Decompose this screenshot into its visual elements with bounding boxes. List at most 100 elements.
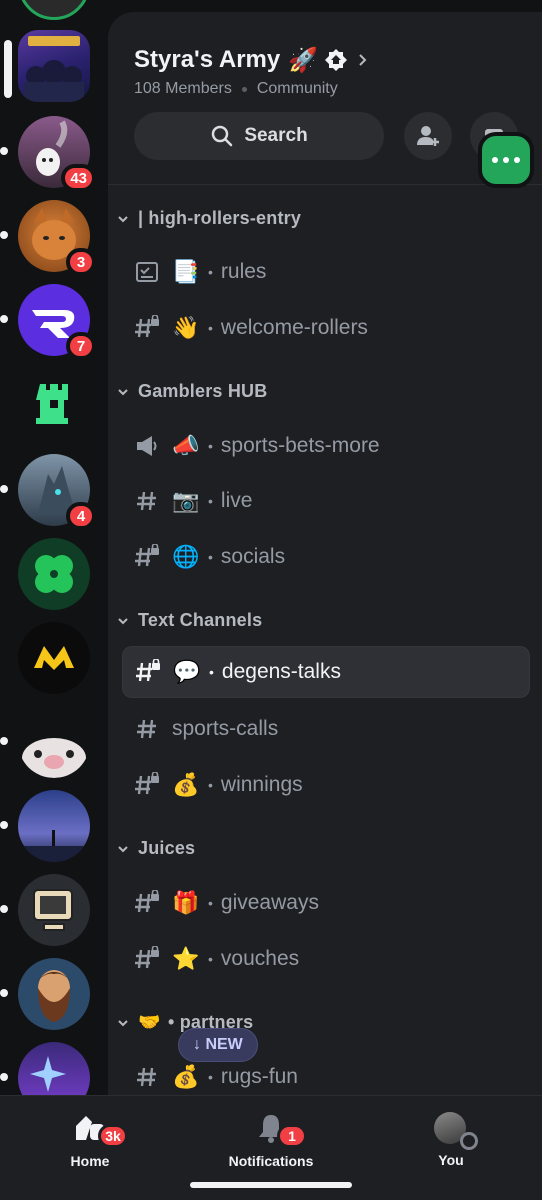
channel-name: sports-bets-more <box>220 434 380 457</box>
channel-item-selected[interactable]: 💬 • degens-talks <box>122 646 530 698</box>
server-icon[interactable]: 4 <box>0 454 96 530</box>
mention-badge: 4 <box>66 502 96 530</box>
locked-hash-icon <box>134 544 160 570</box>
tower-server-art <box>36 384 68 424</box>
category-header[interactable]: Text Channels <box>116 610 262 631</box>
rules-icon <box>134 259 160 285</box>
add-member-icon <box>417 126 439 146</box>
channel-item[interactable]: sports-calls <box>122 703 530 755</box>
channel-name: degens-talks <box>221 660 341 683</box>
clover-server-art <box>35 555 73 593</box>
search-label: Search <box>244 125 308 146</box>
channel-item[interactable]: 💰 • winnings <box>122 759 530 811</box>
channel-item[interactable]: 📑 • rules <box>122 246 530 298</box>
server-icon[interactable] <box>18 538 90 610</box>
tab-notifications[interactable]: Notifications 1 <box>201 1112 341 1169</box>
notifications-badge: 1 <box>277 1124 307 1148</box>
locked-hash-icon <box>134 946 160 972</box>
channel-emoji: 💰 <box>172 1064 200 1090</box>
channel-emoji: 👋 <box>172 315 200 341</box>
tab-you[interactable]: You <box>381 1112 521 1168</box>
tab-label: Notifications <box>228 1153 314 1169</box>
search-button[interactable]: Search <box>134 112 384 160</box>
computer-server-art <box>33 889 73 931</box>
unread-indicator <box>0 485 8 493</box>
sparkle-server-art <box>30 1056 66 1092</box>
server-icon[interactable] <box>0 1042 90 1095</box>
channel-panel: Styra's Army 🚀 108 Members Community Sea… <box>108 12 542 1095</box>
server-icon[interactable]: 43 <box>0 116 96 192</box>
handshake-emoji: 🤝 <box>138 1012 161 1033</box>
channel-name: rugs-fun <box>220 1065 298 1088</box>
channel-name: welcome-rollers <box>220 316 368 339</box>
selected-indicator <box>4 40 12 98</box>
bearded-man-server-art <box>36 970 72 1022</box>
avatar <box>434 1112 478 1150</box>
chevron-right-icon <box>359 54 367 66</box>
locked-hash-icon <box>134 890 160 916</box>
category-label: Text Channels <box>138 610 263 630</box>
channel-name: sports-calls <box>172 717 279 740</box>
unread-indicator <box>0 231 8 239</box>
tab-home[interactable]: Home 3k <box>20 1112 160 1169</box>
community-badge-icon <box>325 49 348 71</box>
channel-emoji: 📷 <box>172 488 200 514</box>
chevron-down-icon <box>118 388 128 395</box>
unread-indicator <box>0 315 8 323</box>
unread-indicator <box>0 905 8 913</box>
channel-item[interactable]: 🌐 • socials <box>122 531 530 583</box>
server-subtitle: 108 Members Community <box>134 80 338 98</box>
channel-item[interactable]: 📣 • sports-bets-more <box>122 420 530 472</box>
locked-hash-icon <box>134 315 160 341</box>
status-offline-icon <box>460 1132 478 1150</box>
server-header[interactable]: Styra's Army 🚀 <box>134 46 370 74</box>
member-count: 108 Members <box>134 80 232 97</box>
server-rail: 43 3 7 4 <box>0 0 108 1095</box>
server-icon[interactable] <box>0 790 90 862</box>
unread-indicator <box>0 147 8 155</box>
server-icon-active[interactable] <box>4 30 90 102</box>
server-icon[interactable] <box>18 368 90 440</box>
channel-item[interactable]: 📷 • live <box>122 475 530 527</box>
mention-badge: 43 <box>61 164 96 192</box>
channel-item[interactable]: 🎁 • giveaways <box>122 877 530 929</box>
category-header[interactable]: Gamblers HUB <box>116 381 267 402</box>
server-icon[interactable]: 3 <box>0 200 96 276</box>
channel-emoji: ⭐ <box>172 946 200 972</box>
unread-indicator <box>0 737 8 745</box>
category-header[interactable]: Juices <box>116 838 195 859</box>
chevron-down-icon <box>118 1019 128 1026</box>
category-label: Juices <box>138 838 196 858</box>
unread-indicator <box>0 989 8 997</box>
server-icon[interactable] <box>0 958 90 1030</box>
hash-icon <box>134 488 160 514</box>
gesture-bar[interactable] <box>190 1182 352 1188</box>
search-icon <box>212 125 233 147</box>
pig-cat-server-art <box>22 738 86 778</box>
chevron-down-icon <box>118 215 128 222</box>
hash-icon <box>134 1064 160 1090</box>
server-icon[interactable] <box>0 874 90 946</box>
channel-emoji: 💰 <box>172 772 200 798</box>
unread-indicator <box>0 821 8 829</box>
rocket-emoji: 🚀 <box>288 46 319 74</box>
tab-label: Home <box>70 1153 110 1169</box>
category-header[interactable]: | high-rollers-entry <box>116 208 301 229</box>
night-sky-server-art <box>18 830 90 862</box>
channel-item[interactable]: 👋 • welcome-rollers <box>122 302 530 354</box>
announcement-icon <box>134 433 160 459</box>
server-icon[interactable] <box>18 0 90 20</box>
more-options-button[interactable] <box>478 132 534 188</box>
invite-button[interactable] <box>404 112 452 160</box>
new-pill-label: ↓ NEW <box>193 1036 243 1053</box>
max-fun-server-art <box>34 646 74 670</box>
channel-name: live <box>220 489 253 512</box>
server-icon[interactable] <box>0 706 90 778</box>
server-icon[interactable]: 7 <box>0 284 96 360</box>
chevron-down-icon <box>118 617 128 624</box>
new-messages-pill[interactable]: ↓ NEW <box>178 1028 258 1062</box>
channel-name: rules <box>220 260 267 283</box>
channel-item[interactable]: ⭐ • vouches <box>122 933 530 985</box>
server-icon[interactable] <box>18 622 90 694</box>
locked-hash-icon <box>135 659 161 685</box>
